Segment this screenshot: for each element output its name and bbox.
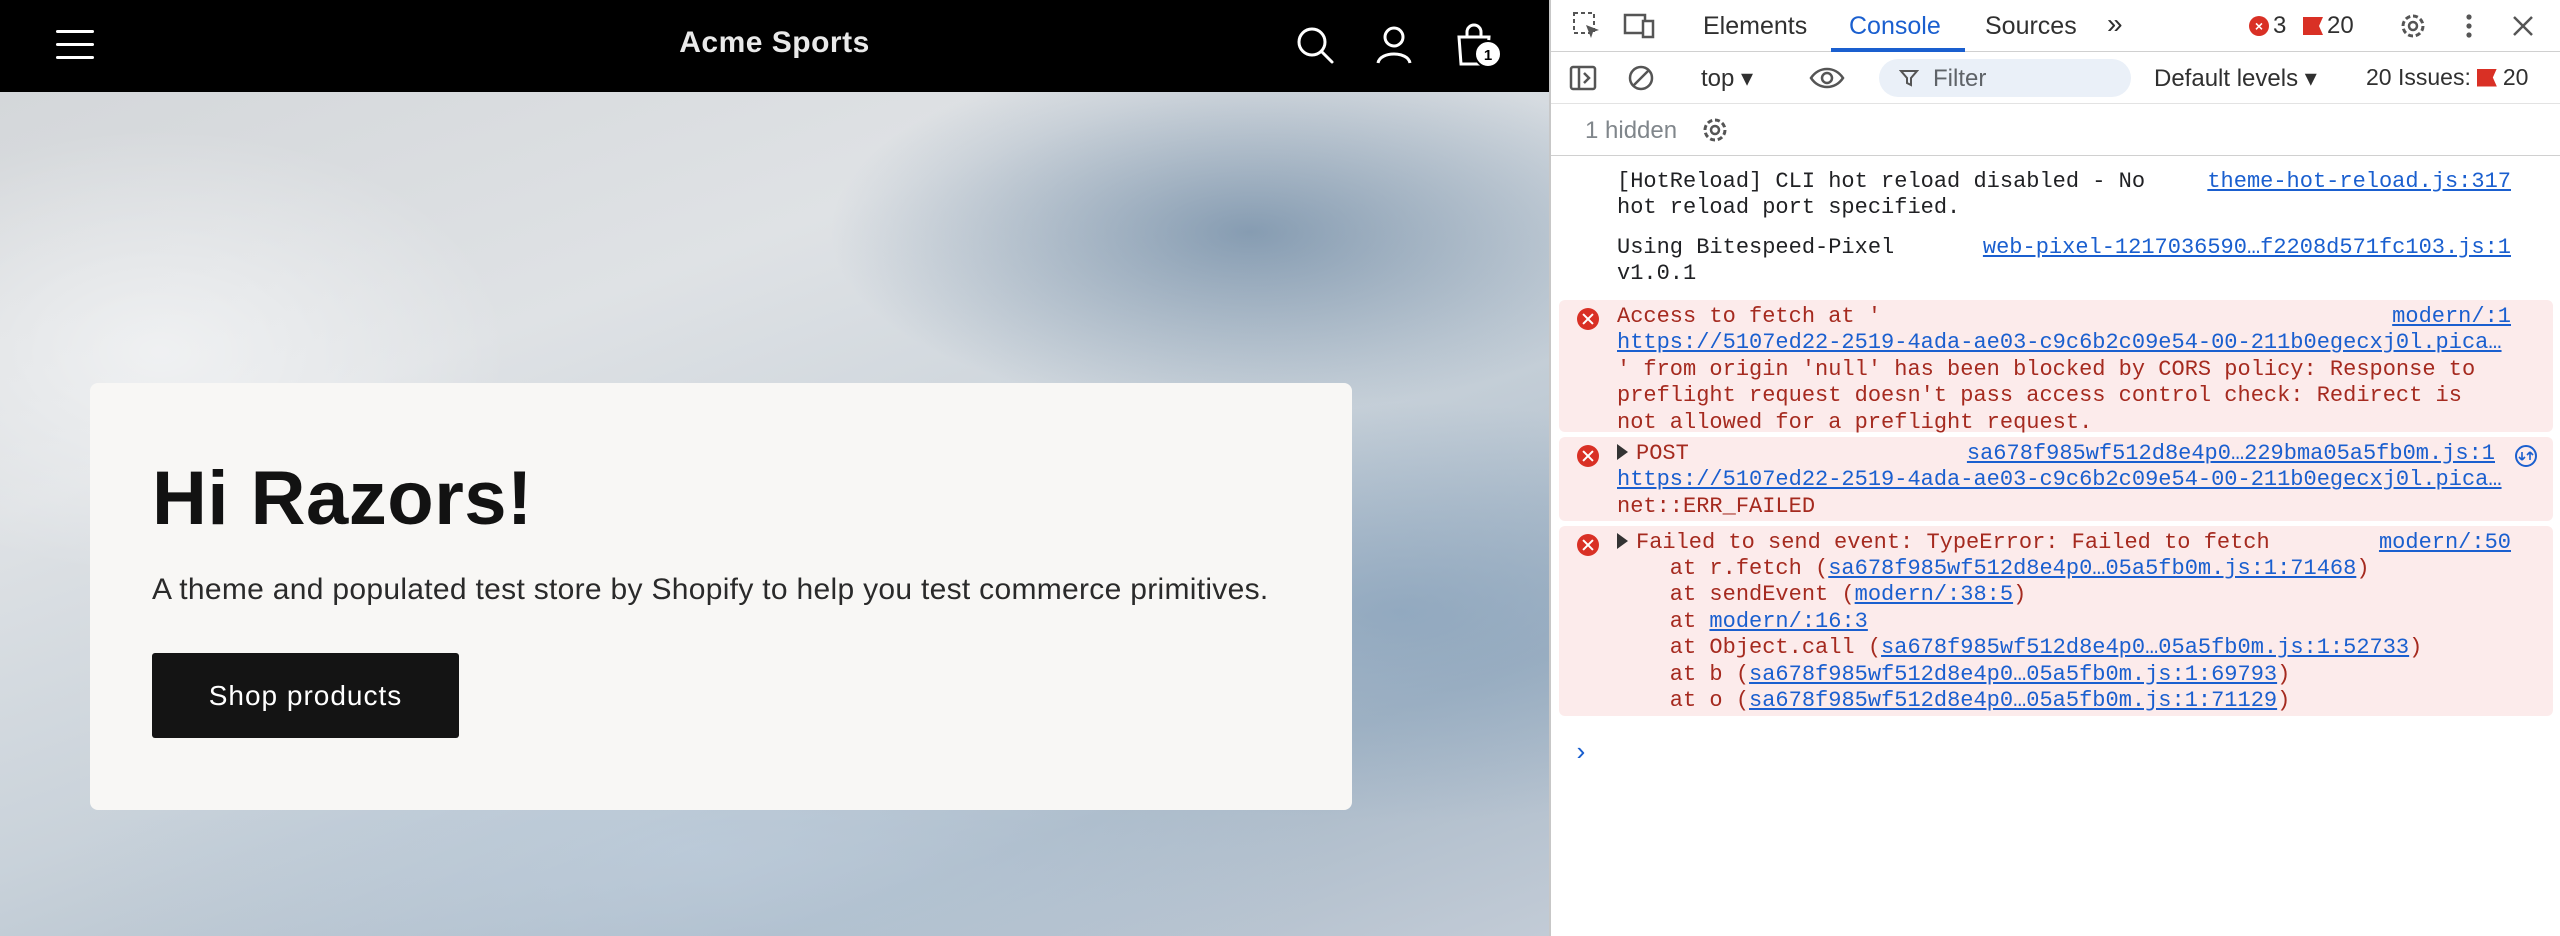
stack-frame-text: at b (	[1617, 661, 1750, 687]
issues-count: 20	[2502, 64, 2529, 90]
kebab-icon[interactable]	[2451, 8, 2487, 44]
console-error: Access to fetch at ' modern/:1 https://5…	[1559, 300, 2553, 435]
error-icon	[1577, 445, 1599, 467]
console-output: [HotReload] CLI hot reload disabled - No…	[1551, 157, 2560, 936]
stack-frame-text: )	[2277, 661, 2291, 687]
more-tabs-icon[interactable]: »	[2107, 8, 2123, 40]
store-page: Acme Sports 1 Hi Razors! A theme and pop…	[0, 0, 1549, 936]
console-message: Using Bitespeed-Pixel v1.0.1 web-pixel-1…	[1559, 231, 2553, 293]
expandable-row[interactable]: Failed to send event: TypeError: Failed …	[1617, 530, 2270, 556]
issue-flag-icon	[2476, 68, 2497, 87]
source-link[interactable]: web-pixel-1217036590…f2208d571fc103.js:1	[1983, 235, 2511, 261]
source-link[interactable]: modern/:1	[2392, 304, 2511, 330]
clear-icon[interactable]	[1623, 60, 1659, 96]
stack-frame: at modern/:16:3	[1617, 609, 1868, 635]
stack-frame-text: at sendEvent (	[1617, 582, 1855, 608]
gear-icon[interactable]	[1699, 114, 1731, 146]
network-request-icon[interactable]	[2513, 443, 2539, 469]
expandable-row[interactable]: POST	[1617, 441, 1689, 467]
stack-frame: at r.fetch (sa678f985wf512d8e4p0…05a5fb0…	[1617, 556, 2370, 582]
expand-icon[interactable]	[1617, 444, 1628, 460]
tab-elements[interactable]: Elements	[1703, 12, 1807, 41]
stack-frame: at Object.call (sa678f985wf512d8e4p0…05a…	[1617, 635, 2423, 661]
error-code: net::ERR_FAILED	[1617, 494, 1816, 519]
settings-icon[interactable]	[2395, 8, 2431, 44]
hero-heading: Hi Razors!	[152, 456, 533, 541]
sidebar-icon[interactable]	[1565, 60, 1601, 96]
stack-frame-text: )	[2013, 582, 2027, 608]
issue-counter[interactable]: 20	[2303, 12, 2354, 40]
issues-label: 20 Issues:	[2366, 64, 2471, 90]
context-value: top	[1701, 65, 1735, 92]
account-icon[interactable]	[1371, 22, 1417, 68]
levels-label: Default levels	[2154, 65, 2299, 92]
source-link[interactable]: modern/:50	[2379, 530, 2511, 556]
error-icon	[1577, 534, 1599, 556]
tab-console[interactable]: Console	[1849, 12, 1941, 41]
shop-products-button[interactable]: Shop products	[152, 653, 459, 738]
stack-frame-link[interactable]: sa678f985wf512d8e4p0…05a5fb0m.js:1:71129	[1749, 688, 2277, 713]
device-toolbar-icon[interactable]	[1621, 8, 1657, 44]
error-counter[interactable]: × 3	[2249, 12, 2286, 40]
devtools-panel: Elements Console Sources » × 3 20 top ▾ …	[1549, 0, 2560, 936]
cart-count-badge: 1	[1474, 40, 1502, 68]
console-prompt[interactable]: ›	[1573, 740, 1589, 767]
stack-frame-text: at Object.call (	[1617, 635, 1882, 661]
issue-flag-icon	[2303, 17, 2323, 35]
hidden-count-label: 1 hidden	[1585, 117, 1678, 144]
search-icon[interactable]	[1292, 22, 1338, 68]
context-select[interactable]: top ▾	[1701, 64, 1753, 93]
stack-frame-text: )	[2356, 556, 2370, 581]
stack-frame: at o (sa678f985wf512d8e4p0…05a5fb0m.js:1…	[1617, 688, 2291, 714]
request-method: POST	[1636, 441, 1689, 466]
message-text: Using Bitespeed-Pixel v1.0.1	[1617, 235, 1895, 287]
console-error: Failed to send event: TypeError: Failed …	[1559, 526, 2553, 716]
stack-frame-text: )	[2409, 635, 2423, 661]
source-link[interactable]: theme-hot-reload.js:317	[2207, 169, 2511, 195]
issue-count: 20	[2327, 12, 2354, 39]
stack-frame: at b (sa678f985wf512d8e4p0…05a5fb0m.js:1…	[1617, 661, 2291, 688]
hero-subtext: A theme and populated test store by Shop…	[152, 573, 1269, 606]
message-text: [HotReload] CLI hot reload disabled - No…	[1617, 169, 2146, 221]
stack-frame: at sendEvent (modern/:38:5)	[1617, 582, 2026, 608]
stack-frame-text: at r.fetch (	[1617, 556, 1829, 581]
inspect-icon[interactable]	[1569, 8, 1605, 44]
stack-frame-link[interactable]: sa678f985wf512d8e4p0…05a5fb0m.js:1:52733	[1881, 635, 2409, 660]
stack-frame-link[interactable]: modern/:16:3	[1709, 609, 1867, 634]
store-header: Acme Sports 1	[0, 0, 1549, 92]
log-levels-dropdown[interactable]: Default levels ▾	[2154, 64, 2317, 93]
filter-placeholder: Filter	[1933, 65, 1987, 92]
request-url-link[interactable]: https://5107ed22-2519-4ada-ae03-c9c6b2c0…	[1617, 467, 2502, 493]
eye-icon[interactable]	[1809, 60, 1845, 96]
message-detail: ' from origin 'null' has been blocked by…	[1617, 357, 2476, 435]
stack-frame-text: at	[1617, 608, 1710, 634]
filter-icon	[1899, 70, 1919, 87]
console-error: POST sa678f985wf512d8e4p0…229bma05a5fb0m…	[1559, 437, 2553, 521]
stack-frame-link[interactable]: modern/:38:5	[1855, 582, 2013, 607]
hidden-messages-bar: 1 hidden	[1551, 104, 2560, 156]
message-text: Access to fetch at '	[1617, 304, 1882, 329]
request-url-link[interactable]: https://5107ed22-2519-4ada-ae03-c9c6b2c0…	[1617, 330, 2502, 356]
stack-frame-text: )	[2277, 688, 2291, 713]
console-message: [HotReload] CLI hot reload disabled - No…	[1559, 165, 2553, 227]
error-icon: ×	[2249, 16, 2269, 36]
source-link[interactable]: sa678f985wf512d8e4p0…229bma05a5fb0m.js:1	[1967, 441, 2495, 467]
error-icon	[1577, 308, 1599, 330]
devtools-tab-bar: Elements Console Sources » × 3 20	[1551, 0, 2560, 52]
filter-input[interactable]: Filter	[1879, 59, 2131, 97]
message-text: Failed to send event: TypeError: Failed …	[1636, 530, 2270, 555]
stack-frame-link[interactable]: sa678f985wf512d8e4p0…05a5fb0m.js:1:71468	[1828, 556, 2356, 581]
error-count: 3	[2273, 12, 2287, 39]
stack-frame-text: at o (	[1617, 688, 1750, 713]
expand-icon[interactable]	[1617, 533, 1628, 549]
issues-button[interactable]: 20 Issues: 20	[2366, 64, 2528, 91]
tab-sources[interactable]: Sources	[1985, 12, 2077, 41]
stack-frame-link[interactable]: sa678f985wf512d8e4p0…05a5fb0m.js:1:69793	[1749, 662, 2277, 687]
close-icon[interactable]	[2505, 8, 2541, 44]
